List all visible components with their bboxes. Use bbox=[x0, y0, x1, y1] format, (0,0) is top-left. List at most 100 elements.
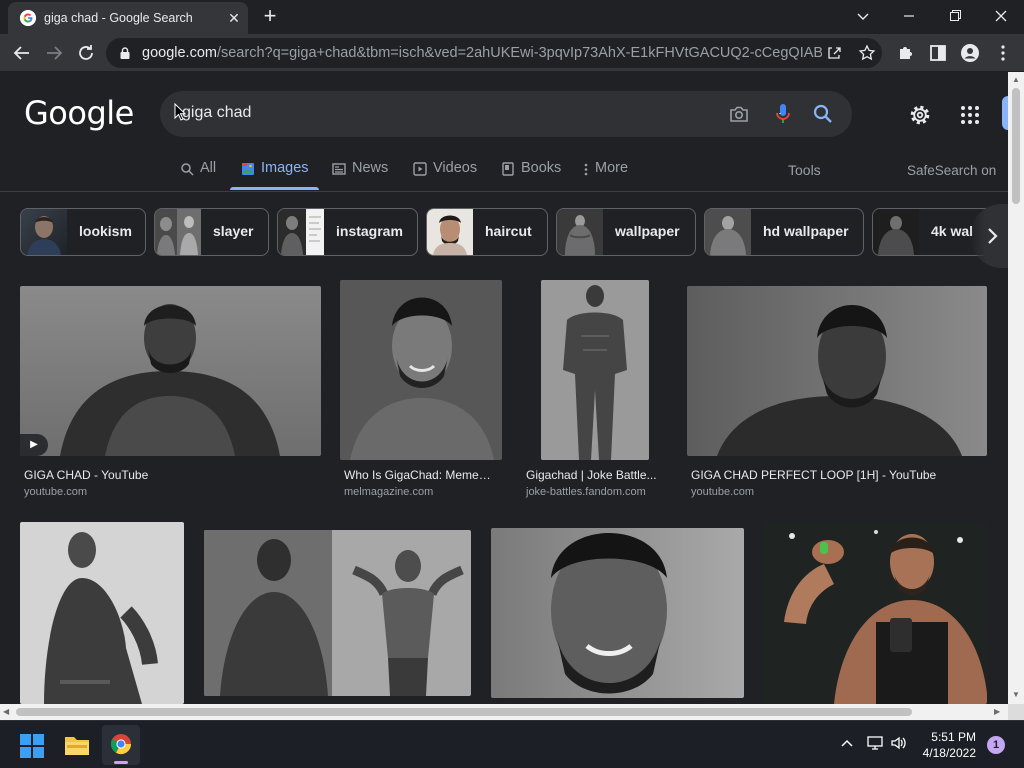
profile-avatar-icon[interactable] bbox=[957, 40, 983, 66]
lock-icon[interactable] bbox=[118, 46, 132, 60]
extensions-puzzle-icon[interactable] bbox=[893, 40, 919, 66]
browser-menu-icon[interactable] bbox=[990, 40, 1016, 66]
safesearch-button[interactable]: SafeSearch on bbox=[907, 163, 996, 178]
search-submit-icon[interactable] bbox=[812, 103, 834, 125]
book-icon bbox=[501, 162, 515, 176]
result-source[interactable]: joke-battles.fandom.com bbox=[526, 486, 646, 498]
result-thumbnail[interactable] bbox=[491, 528, 744, 698]
result-caption[interactable]: GIGA CHAD - YouTube bbox=[24, 468, 314, 482]
tab-more[interactable]: More bbox=[583, 160, 628, 192]
reload-icon[interactable] bbox=[73, 40, 99, 66]
side-panel-icon[interactable] bbox=[925, 40, 951, 66]
result-source[interactable]: youtube.com bbox=[691, 486, 754, 498]
google-logo[interactable]: Google bbox=[24, 94, 134, 132]
news-icon bbox=[332, 162, 346, 176]
chip-instagram[interactable]: instagram bbox=[277, 208, 418, 256]
browser-tab[interactable]: giga chad - Google Search ✕ bbox=[8, 2, 248, 34]
chrome-icon bbox=[110, 733, 132, 755]
volume-icon[interactable] bbox=[890, 735, 908, 751]
search-box[interactable]: giga chad bbox=[160, 91, 852, 137]
chip-thumbnail bbox=[21, 209, 67, 255]
scroll-left-arrow-icon[interactable]: ◀ bbox=[3, 707, 9, 717]
vertical-scrollbar[interactable]: ▲ ▼ bbox=[1008, 72, 1024, 704]
share-icon[interactable] bbox=[826, 45, 842, 61]
scroll-up-arrow-icon[interactable]: ▲ bbox=[1012, 75, 1020, 85]
new-tab-button[interactable]: + bbox=[258, 5, 282, 29]
image-result[interactable]: Who Is GigaChad: Meme, ... melmagazine.c… bbox=[340, 280, 503, 500]
image-result[interactable] bbox=[204, 530, 471, 696]
result-source[interactable]: youtube.com bbox=[24, 486, 87, 498]
show-hidden-icons-chevron-icon[interactable] bbox=[840, 738, 854, 748]
tab-strip: giga chad - Google Search ✕ + bbox=[0, 0, 1024, 34]
notification-count-badge[interactable]: 1 bbox=[987, 736, 1005, 754]
scroll-right-arrow-icon[interactable]: ▶ bbox=[994, 707, 1000, 717]
search-input[interactable]: giga chad bbox=[182, 104, 251, 122]
chip-thumbnail bbox=[557, 209, 603, 255]
url-text: google.com/search?q=giga+chad&tbm=isch&v… bbox=[142, 45, 822, 61]
vertical-scroll-thumb[interactable] bbox=[1012, 88, 1020, 204]
result-thumbnail[interactable] bbox=[20, 522, 184, 704]
result-source[interactable]: melmagazine.com bbox=[344, 486, 433, 498]
chip-label: wallpaper bbox=[615, 223, 680, 239]
tab-search-chevron-icon[interactable] bbox=[848, 4, 878, 28]
image-icon bbox=[241, 162, 255, 176]
windows-start-icon[interactable] bbox=[20, 734, 44, 758]
file-explorer-icon[interactable] bbox=[64, 733, 90, 757]
bookmark-star-icon[interactable] bbox=[858, 44, 876, 62]
tab-title: giga chad - Google Search bbox=[44, 11, 193, 25]
back-arrow-icon[interactable] bbox=[9, 40, 35, 66]
result-caption[interactable]: Gigachad | Joke Battle... bbox=[526, 468, 661, 482]
image-result[interactable] bbox=[491, 528, 745, 698]
chip-thumbnail bbox=[155, 209, 201, 255]
result-thumbnail[interactable]: ▶ bbox=[20, 286, 321, 456]
image-result[interactable]: GIGA CHAD PERFECT LOOP [1H] - YouTube yo… bbox=[687, 286, 988, 500]
search-icon bbox=[180, 162, 194, 176]
scroll-down-arrow-icon[interactable]: ▼ bbox=[1012, 690, 1020, 700]
result-photo bbox=[340, 280, 502, 460]
result-thumbnail[interactable] bbox=[541, 280, 649, 460]
image-result[interactable]: Gigachad | Joke Battle... joke-battles.f… bbox=[522, 280, 672, 500]
result-thumbnail[interactable] bbox=[764, 522, 987, 704]
chip-haircut[interactable]: haircut bbox=[426, 208, 548, 256]
tab-all[interactable]: All bbox=[180, 160, 216, 192]
horizontal-scroll-thumb[interactable] bbox=[16, 708, 912, 716]
result-thumbnail[interactable] bbox=[687, 286, 987, 456]
clock-time[interactable]: 5:51 PM bbox=[928, 730, 976, 744]
forward-arrow-icon[interactable] bbox=[41, 40, 67, 66]
horizontal-scrollbar[interactable]: ◀ ▶ bbox=[0, 704, 1008, 720]
divider bbox=[0, 191, 1008, 192]
image-result[interactable]: ▶ GIGA CHAD - YouTube youtube.com bbox=[20, 286, 322, 500]
tools-button[interactable]: Tools bbox=[788, 162, 821, 178]
google-apps-grid-icon[interactable] bbox=[960, 105, 980, 125]
chip-lookism[interactable]: lookism bbox=[20, 208, 146, 256]
settings-gear-icon[interactable] bbox=[908, 103, 932, 127]
minimize-icon[interactable] bbox=[894, 4, 924, 28]
result-caption[interactable]: Who Is GigaChad: Meme, ... bbox=[344, 468, 494, 482]
tab-books-label: Books bbox=[521, 160, 562, 176]
microphone-icon[interactable] bbox=[772, 102, 794, 126]
chip-hd-wallpaper[interactable]: hd wallpaper bbox=[704, 208, 864, 256]
url-host: google.com bbox=[142, 45, 217, 61]
image-result[interactable] bbox=[764, 522, 988, 704]
chip-thumbnail bbox=[427, 209, 473, 255]
chip-slayer[interactable]: slayer bbox=[154, 208, 269, 256]
network-icon[interactable] bbox=[866, 735, 884, 751]
chip-wallpaper[interactable]: wallpaper bbox=[556, 208, 696, 256]
result-thumbnail[interactable] bbox=[340, 280, 502, 460]
close-window-icon[interactable] bbox=[986, 4, 1016, 28]
more-vert-icon bbox=[583, 162, 589, 176]
result-thumbnail[interactable] bbox=[204, 530, 471, 696]
clock-date[interactable]: 4/18/2022 bbox=[916, 746, 976, 760]
tab-news[interactable]: News bbox=[332, 160, 388, 192]
tab-close-icon[interactable]: ✕ bbox=[226, 10, 242, 26]
camera-search-icon[interactable] bbox=[728, 103, 750, 125]
chips-next-button[interactable] bbox=[970, 204, 1008, 268]
tab-books[interactable]: Books bbox=[501, 160, 561, 192]
chip-label: haircut bbox=[485, 223, 532, 239]
restore-icon[interactable] bbox=[940, 4, 970, 28]
chrome-taskbar-button[interactable] bbox=[102, 725, 140, 765]
result-caption[interactable]: GIGA CHAD PERFECT LOOP [1H] - YouTube bbox=[691, 468, 981, 482]
tab-videos[interactable]: Videos bbox=[413, 160, 477, 192]
image-result[interactable] bbox=[20, 522, 185, 704]
address-bar[interactable]: google.com/search?q=giga+chad&tbm=isch&v… bbox=[106, 38, 882, 68]
